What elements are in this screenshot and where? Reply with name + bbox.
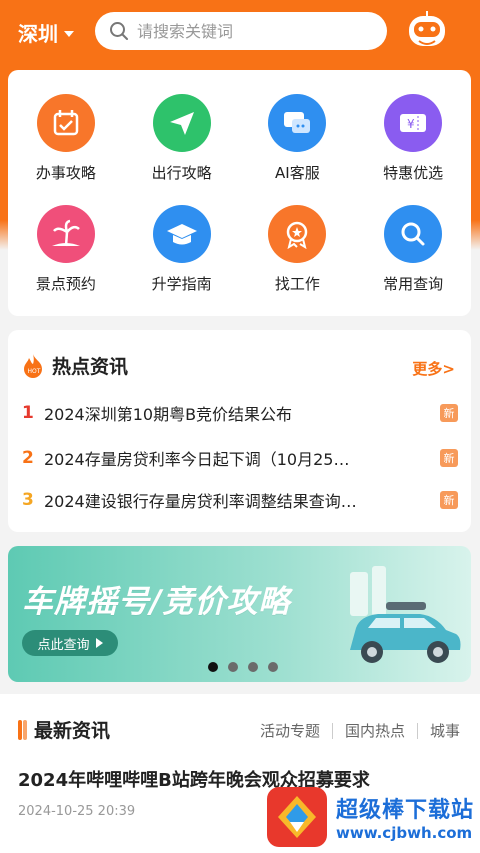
new-badge: 新 bbox=[440, 491, 458, 509]
robot-avatar-icon[interactable] bbox=[405, 10, 449, 52]
tab-divider bbox=[416, 722, 418, 739]
article-timestamp: 2024-10-25 20:39 bbox=[18, 804, 136, 819]
calendar-icon bbox=[36, 94, 95, 152]
search-input[interactable] bbox=[137, 21, 357, 41]
carousel-dot[interactable] bbox=[208, 662, 218, 672]
site-watermark: 超级棒下载站 www.cjbwh.com bbox=[266, 786, 474, 848]
hot-news-item[interactable]: 2 2024存量房贷利率今日起下调（10月25… 新 bbox=[22, 445, 458, 471]
service-label: 办事攻略 bbox=[35, 164, 96, 182]
service-label: 升学指南 bbox=[151, 275, 212, 293]
new-badge: 新 bbox=[440, 449, 458, 467]
hot-news-item[interactable]: 3 2024建设银行存量房贷利率调整结果查询… 新 bbox=[22, 487, 458, 513]
search-icon bbox=[110, 22, 128, 40]
services-card: 办事攻略 出行攻略 AI客服 ¥ 特惠优选景点预约 升学指南 找工作 常用查询 bbox=[8, 70, 471, 316]
service-label: 常用查询 bbox=[383, 275, 444, 293]
send-icon bbox=[152, 94, 211, 152]
service-label: 景点预约 bbox=[35, 275, 96, 293]
download-site-logo-icon bbox=[267, 787, 327, 847]
carousel-indicators bbox=[208, 662, 278, 672]
banner-query-button[interactable]: 点此查询 bbox=[22, 630, 118, 656]
latest-news-tabs: 活动专题 国内热点 城事 bbox=[260, 720, 460, 741]
hot-news-item[interactable]: 1 2024深圳第10期粤B竞价结果公布 新 bbox=[22, 400, 458, 426]
service-item[interactable]: 办事攻略 bbox=[8, 94, 124, 183]
svg-text:¥: ¥ bbox=[407, 117, 415, 131]
hot-news-title: 热点资讯 bbox=[52, 356, 129, 378]
service-label: 特惠优选 bbox=[383, 164, 444, 182]
graduation-cap-icon bbox=[152, 205, 211, 263]
more-link[interactable]: 更多> bbox=[412, 358, 455, 379]
search-icon bbox=[384, 205, 443, 263]
service-label: 找工作 bbox=[274, 275, 320, 293]
city-selector[interactable]: 深圳 bbox=[18, 18, 74, 47]
coupon-icon: ¥ bbox=[384, 94, 443, 152]
fire-icon: HOT bbox=[24, 353, 42, 378]
hot-news-header: HOT 热点资讯 bbox=[22, 352, 128, 379]
latest-news-title: 最新资讯 bbox=[34, 720, 111, 742]
service-label: AI客服 bbox=[275, 164, 320, 182]
palm-tree-icon bbox=[36, 205, 95, 263]
service-item[interactable]: 景点预约 bbox=[8, 205, 124, 294]
service-item[interactable]: 找工作 bbox=[240, 205, 356, 294]
chevron-down-icon bbox=[64, 30, 74, 37]
car-illustration bbox=[350, 566, 461, 663]
banner-button-label: 点此查询 bbox=[37, 637, 90, 653]
chat-icon bbox=[268, 94, 327, 152]
news-rank: 2 bbox=[22, 448, 34, 468]
watermark-name: 超级棒下载站 bbox=[336, 798, 475, 823]
carousel-dot[interactable] bbox=[268, 662, 278, 672]
news-rank: 3 bbox=[22, 490, 34, 510]
tab-divider bbox=[331, 722, 333, 739]
carousel-dot[interactable] bbox=[228, 662, 238, 672]
city-label: 深圳 bbox=[18, 22, 58, 46]
service-item[interactable]: 出行攻略 bbox=[124, 94, 240, 183]
service-item[interactable]: ¥ 特惠优选 bbox=[355, 94, 471, 183]
news-headline: 2024存量房贷利率今日起下调（10月25… bbox=[44, 450, 350, 469]
news-headline: 2024深圳第10期粤B竞价结果公布 bbox=[44, 405, 293, 424]
service-item[interactable]: 常用查询 bbox=[355, 205, 471, 294]
news-tab[interactable]: 活动专题 bbox=[260, 720, 320, 741]
watermark-url: www.cjbwh.com bbox=[336, 824, 473, 842]
news-headline: 2024建设银行存量房贷利率调整结果查询… bbox=[44, 492, 357, 511]
new-badge: 新 bbox=[440, 404, 458, 422]
service-item[interactable]: 升学指南 bbox=[124, 205, 240, 294]
latest-news-header: 最新资讯 bbox=[18, 716, 110, 743]
hot-news-card: HOT 热点资讯 更多> 1 2024深圳第10期粤B竞价结果公布新 2 2024存量… bbox=[8, 330, 471, 532]
service-label: 出行攻略 bbox=[151, 164, 212, 182]
search-bar[interactable] bbox=[95, 12, 387, 50]
news-rank: 1 bbox=[22, 403, 34, 423]
medal-icon bbox=[268, 205, 327, 263]
top-bar: 深圳 bbox=[0, 0, 480, 62]
carousel-dot[interactable] bbox=[248, 662, 258, 672]
services-grid: 办事攻略 出行攻略 AI客服 ¥ 特惠优选景点预约 升学指南 找工作 常用查询 bbox=[8, 70, 471, 294]
section-marker bbox=[18, 719, 22, 740]
news-tab[interactable]: 城事 bbox=[430, 720, 460, 741]
svg-text:HOT: HOT bbox=[28, 368, 41, 375]
news-tab[interactable]: 国内热点 bbox=[345, 720, 405, 741]
banner-title: 车牌摇号/竞价攻略 bbox=[22, 584, 291, 620]
service-item[interactable]: AI客服 bbox=[240, 94, 356, 183]
play-arrow-icon bbox=[95, 638, 103, 648]
banner-carousel[interactable]: 车牌摇号/竞价攻略 点此查询 bbox=[8, 546, 471, 682]
